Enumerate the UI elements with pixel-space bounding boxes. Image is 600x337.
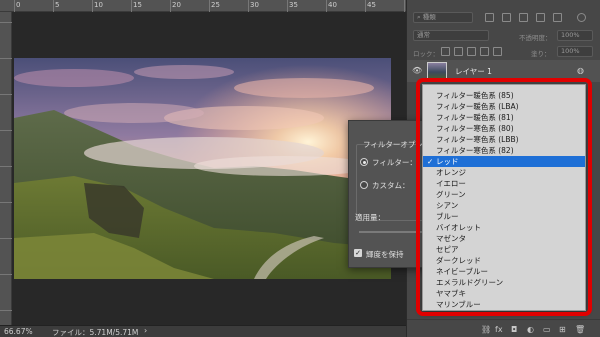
- preserve-luminosity-label[interactable]: 輝度を保持: [366, 249, 404, 260]
- ruler-number: 15: [133, 1, 142, 9]
- smart-object-badge-icon: ◍: [577, 66, 584, 75]
- annotation-highlight-box: [416, 78, 592, 316]
- ruler-tick: [14, 0, 15, 12]
- opacity-input[interactable]: 100%: [557, 30, 593, 41]
- ruler-tick: [92, 0, 93, 12]
- ruler-number: 35: [289, 1, 298, 9]
- ruler-tick: [209, 0, 210, 12]
- delete-layer-icon[interactable]: 🗑: [575, 325, 585, 334]
- lock-position-icon[interactable]: [467, 47, 476, 56]
- photoshop-window: 05101520253035404550: [0, 0, 600, 337]
- ruler-tick: [170, 0, 171, 12]
- ruler-tick: [0, 274, 12, 275]
- ruler-tick: [0, 238, 12, 239]
- filter-radio-label[interactable]: フィルター：: [372, 157, 417, 168]
- preserve-luminosity-checkbox[interactable]: ✓: [354, 249, 362, 257]
- layers-panel-footer: ⛓ fx ◘ ◐ ▭ ⊞ 🗑: [407, 319, 600, 337]
- new-group-icon[interactable]: ▭: [543, 325, 551, 334]
- ruler-number: 25: [211, 1, 220, 9]
- ruler-tick: [404, 0, 405, 12]
- vertical-ruler[interactable]: [0, 12, 12, 325]
- density-label: 適用量：: [355, 213, 385, 222]
- landscape-photo[interactable]: [14, 58, 391, 279]
- ruler-tick: [0, 94, 12, 95]
- ruler-tick: [131, 0, 132, 12]
- ruler-tick: [0, 58, 12, 59]
- ruler-number: 5: [55, 1, 60, 9]
- ruler-tick: [326, 0, 327, 12]
- ruler-number: 20: [172, 1, 181, 9]
- status-menu-arrow[interactable]: ›: [144, 326, 147, 335]
- adjustment-filter-icon[interactable]: [502, 13, 511, 22]
- lock-all-icon[interactable]: [493, 47, 502, 56]
- zoom-level[interactable]: 66.67%: [4, 327, 33, 336]
- filter-toggle-icon[interactable]: [577, 13, 586, 22]
- file-size-info: ファイル：5.71M/5.71M: [52, 328, 139, 337]
- custom-radio-label[interactable]: カスタム：: [372, 180, 410, 191]
- lock-image-icon[interactable]: [454, 47, 463, 56]
- ruler-tick: [0, 166, 12, 167]
- fill-input[interactable]: 100%: [557, 46, 593, 57]
- layer-style-icon[interactable]: fx: [495, 325, 503, 334]
- ruler-tick: [365, 0, 366, 12]
- ruler-tick: [248, 0, 249, 12]
- pixel-filter-icon[interactable]: [485, 13, 494, 22]
- link-layers-icon[interactable]: ⛓: [481, 325, 491, 334]
- shape-filter-icon[interactable]: [536, 13, 545, 22]
- ruler-tick: [0, 22, 12, 23]
- layer-kind-label: 種類: [422, 13, 436, 21]
- layer-mask-icon[interactable]: ◘: [511, 325, 517, 334]
- custom-radio[interactable]: [360, 181, 368, 189]
- ruler-number: 0: [16, 1, 21, 9]
- ruler-tick: [0, 202, 12, 203]
- visibility-eye-icon[interactable]: 👁: [412, 66, 422, 76]
- blend-mode-select[interactable]: 通常: [413, 30, 489, 41]
- ruler-tick: [287, 0, 288, 12]
- filter-radio[interactable]: [360, 158, 368, 166]
- layer-thumbnail: [427, 62, 447, 79]
- smart-object-filter-icon[interactable]: [553, 13, 562, 22]
- lock-transparency-icon[interactable]: [441, 47, 450, 56]
- lock-label: ロック：: [413, 50, 439, 58]
- horizontal-ruler[interactable]: 05101520253035404550: [0, 0, 415, 12]
- status-bar: 66.67% ファイル：5.71M/5.71M ›: [0, 325, 406, 337]
- ruler-number: 45: [367, 1, 376, 9]
- new-layer-icon[interactable]: ⊞: [559, 325, 566, 334]
- type-filter-icon[interactable]: [519, 13, 528, 22]
- opacity-label: 不透明度：: [519, 34, 552, 42]
- lock-artboard-icon[interactable]: [480, 47, 489, 56]
- fill-label: 塗り：: [531, 50, 551, 58]
- landscape-image: [14, 58, 391, 279]
- layer-kind-filter[interactable]: ⌕ 種類: [413, 12, 473, 23]
- ruler-tick: [53, 0, 54, 12]
- layer-name[interactable]: レイヤー 1: [455, 66, 492, 77]
- adjustment-layer-icon[interactable]: ◐: [527, 325, 534, 334]
- ruler-number: 30: [250, 1, 259, 9]
- dialog-title: フィルターオプシ: [363, 140, 423, 149]
- ruler-number: 10: [94, 1, 103, 9]
- ruler-number: 40: [328, 1, 337, 9]
- ruler-tick: [0, 310, 12, 311]
- ruler-tick: [0, 130, 12, 131]
